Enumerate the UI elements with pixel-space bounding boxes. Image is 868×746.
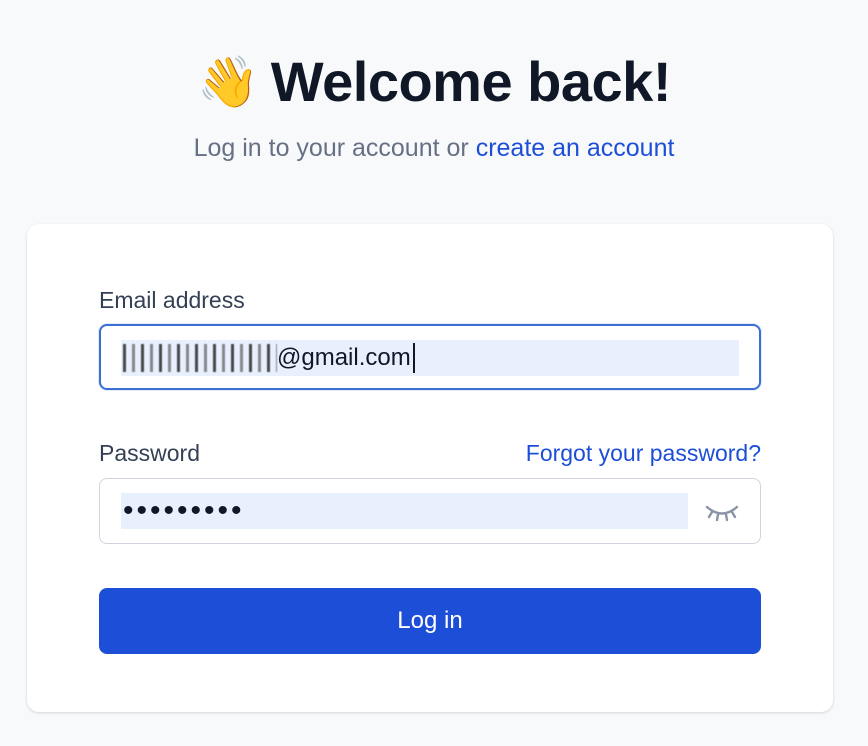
password-value: •••••••••	[123, 494, 245, 527]
page-title: 👋 Welcome back!	[0, 46, 868, 118]
email-label: Email address	[99, 287, 245, 313]
waving-hand-icon: 👋	[197, 54, 259, 110]
page-title-text: Welcome back!	[270, 50, 672, 113]
login-button[interactable]: Log in	[99, 588, 761, 654]
forgot-password-link[interactable]: Forgot your password?	[526, 438, 761, 468]
subtitle-text: Log in to your account or	[193, 134, 476, 162]
email-autofill-highlight: @gmail.com	[121, 340, 739, 376]
redacted-text	[123, 344, 277, 372]
create-account-link[interactable]: create an account	[476, 134, 675, 162]
eye-closed-icon[interactable]	[704, 498, 740, 524]
login-card: Email address @gmail.com Password Forgot…	[27, 224, 833, 712]
password-label: Password	[99, 440, 200, 466]
password-field[interactable]: •••••••••	[99, 478, 761, 544]
text-caret	[412, 343, 415, 373]
password-autofill-highlight: •••••••••	[121, 493, 688, 529]
page-subtitle: Log in to your account or create an acco…	[0, 132, 868, 164]
email-field[interactable]: @gmail.com	[99, 324, 761, 390]
login-page: 👋 Welcome back! Log in to your account or…	[0, 0, 868, 746]
email-value: @gmail.com	[277, 344, 411, 371]
